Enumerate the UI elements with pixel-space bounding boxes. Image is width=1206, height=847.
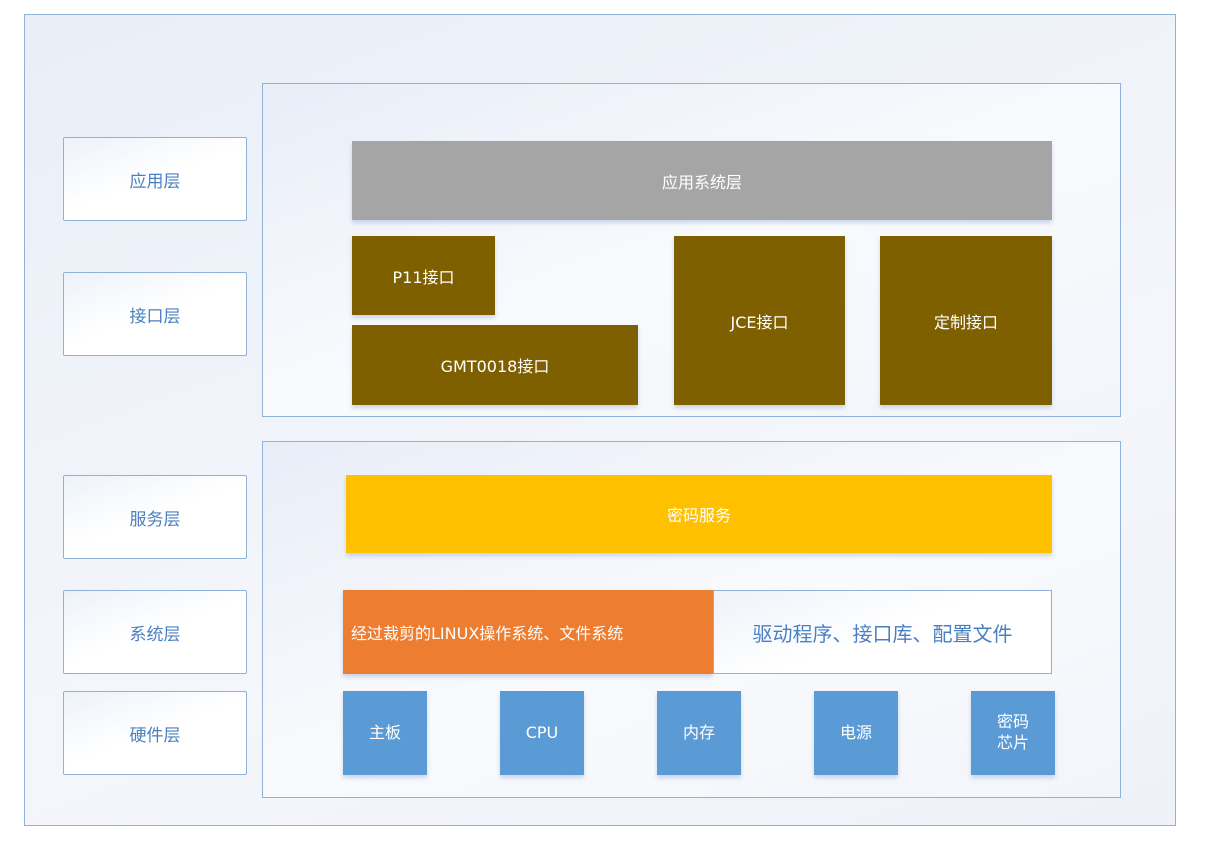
custom-interface-box: 定制接口 — [880, 236, 1052, 405]
crypto-service-box: 密码服务 — [346, 475, 1052, 553]
hardware-memory: 内存 — [657, 691, 741, 775]
layer-label-interface: 接口层 — [63, 272, 247, 356]
layer-label-service: 服务层 — [63, 475, 247, 559]
os-filesystem-box: 经过裁剪的LINUX操作系统、文件系统 — [343, 590, 713, 674]
layer-label-system: 系统层 — [63, 590, 247, 674]
hardware-power: 电源 — [814, 691, 898, 775]
p11-interface-box: P11接口 — [352, 236, 495, 315]
layer-label-application: 应用层 — [63, 137, 247, 221]
layer-label-hardware: 硬件层 — [63, 691, 247, 775]
hardware-mainboard: 主板 — [343, 691, 427, 775]
gmt0018-interface-box: GMT0018接口 — [352, 325, 638, 405]
hardware-cpu: CPU — [500, 691, 584, 775]
app-system-layer-box: 应用系统层 — [352, 141, 1052, 220]
hardware-crypto-chip: 密码 芯片 — [971, 691, 1055, 775]
drivers-config-box: 驱动程序、接口库、配置文件 — [713, 590, 1052, 674]
jce-interface-box: JCE接口 — [674, 236, 845, 405]
